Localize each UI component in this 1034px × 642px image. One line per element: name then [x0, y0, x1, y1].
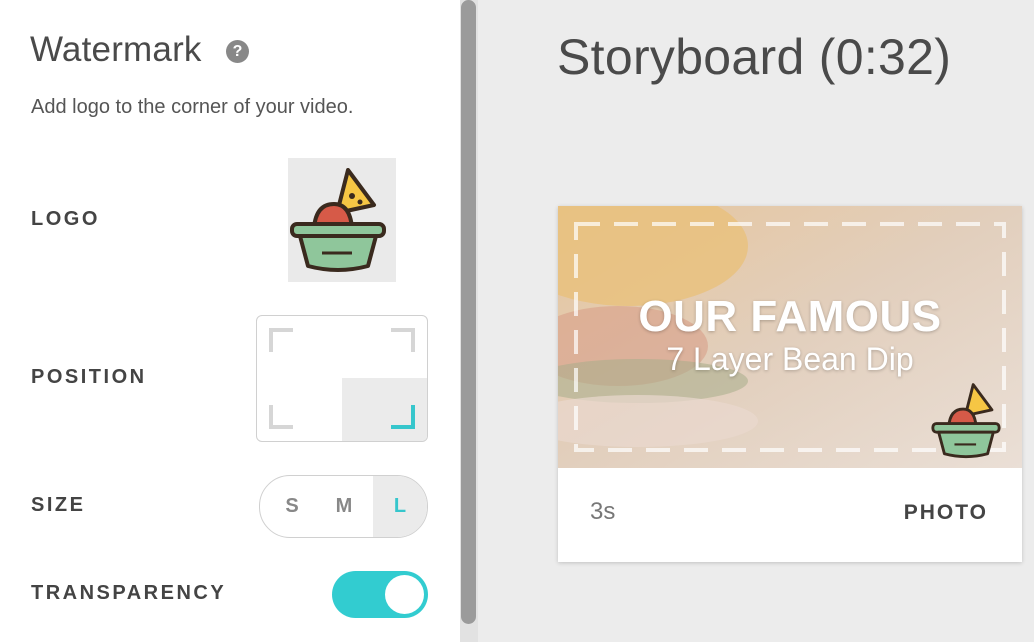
photo-thumbnail[interactable]: OUR FAMOUS 7 Layer Bean Dip	[558, 206, 1022, 468]
help-icon[interactable]: ?	[226, 40, 249, 63]
position-label: POSITION	[31, 366, 147, 388]
panel-description: Add logo to the corner of your video.	[31, 96, 354, 118]
transparency-label: TRANSPARENCY	[31, 582, 227, 604]
size-option-l[interactable]: L	[373, 476, 427, 537]
logo-image	[290, 168, 386, 272]
logo-label: LOGO	[31, 208, 100, 230]
size-option-s[interactable]: S	[270, 476, 314, 537]
position-bottom-left[interactable]	[269, 405, 293, 429]
toggle-knob	[385, 575, 424, 614]
storyboard-card[interactable]: OUR FAMOUS 7 Layer Bean Dip 3s PHOTO	[558, 206, 1022, 562]
overlay-headline: OUR FAMOUS	[638, 292, 942, 341]
size-option-m[interactable]: M	[322, 476, 366, 537]
size-label: SIZE	[31, 494, 86, 516]
size-toggle[interactable]: S M L	[259, 475, 428, 538]
logo-upload-button[interactable]	[288, 158, 396, 282]
card-type-label: PHOTO	[903, 501, 988, 524]
panel-title: Watermark	[30, 30, 202, 69]
position-top-right[interactable]	[391, 328, 415, 352]
position-bottom-right[interactable]	[391, 405, 415, 429]
watermark-panel: Watermark ? Add logo to the corner of yo…	[0, 0, 460, 642]
scrollbar-thumb[interactable]	[461, 0, 476, 624]
card-duration[interactable]: 3s	[590, 498, 615, 526]
transparency-toggle[interactable]	[332, 571, 428, 618]
overlay-subtitle: 7 Layer Bean Dip	[666, 341, 914, 377]
position-top-left[interactable]	[269, 328, 293, 352]
storyboard-title: Storyboard (0:32)	[557, 29, 952, 85]
position-picker[interactable]	[256, 315, 428, 442]
